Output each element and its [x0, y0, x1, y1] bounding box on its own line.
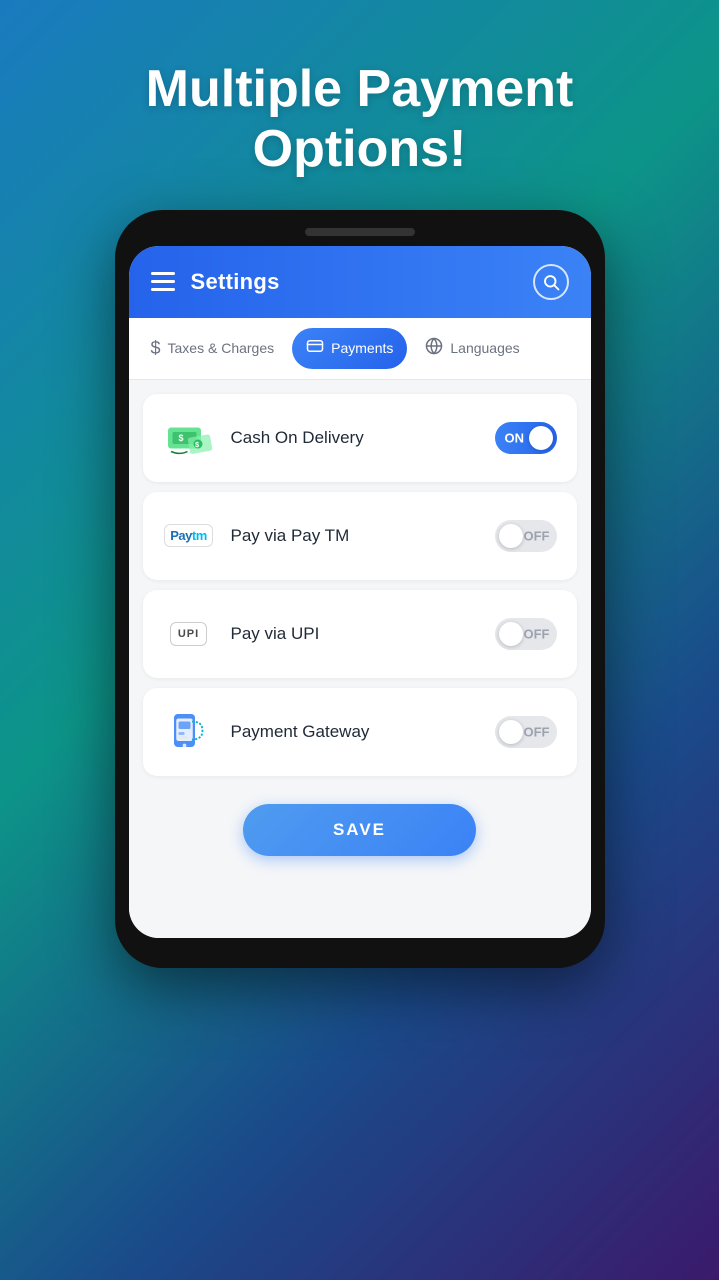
hero-title: Multiple Payment Options! — [0, 60, 719, 180]
dollar-icon: $ — [151, 338, 161, 359]
paytm-toggle[interactable]: OFF — [495, 520, 557, 552]
payment-left-upi: UPI Pay via UPI — [163, 608, 320, 660]
upi-toggle-wrap: OFF — [495, 618, 557, 650]
bottom-spacer — [129, 878, 591, 938]
upi-label: Pay via UPI — [231, 624, 320, 644]
gateway-toggle-label: OFF — [524, 724, 550, 739]
gateway-toggle-wrap: OFF — [495, 716, 557, 748]
upi-logo: UPI — [170, 622, 207, 646]
paytm-toggle-label: OFF — [524, 528, 550, 543]
gateway-toggle[interactable]: OFF — [495, 716, 557, 748]
tab-taxes-label: Taxes & Charges — [168, 340, 275, 356]
header-left: Settings — [151, 269, 280, 295]
search-button[interactable] — [533, 264, 569, 300]
tab-payments[interactable]: Payments — [292, 328, 407, 369]
payment-left-gateway: Payment Gateway — [163, 706, 370, 758]
paytm-toggle-wrap: OFF — [495, 520, 557, 552]
svg-text:$: $ — [178, 433, 183, 443]
payment-icon — [306, 337, 324, 360]
upi-toggle-label: OFF — [524, 626, 550, 641]
hamburger-icon[interactable] — [151, 272, 175, 291]
save-button-wrap: SAVE — [143, 786, 577, 864]
payment-item-paytm: Paytm Pay via Pay TM OFF — [143, 492, 577, 580]
app-header: Settings — [129, 246, 591, 318]
payment-item-upi: UPI Pay via UPI OFF — [143, 590, 577, 678]
payments-list: $ $ Cash On Delivery ON — [129, 380, 591, 878]
tab-taxes[interactable]: $ Taxes & Charges — [137, 329, 289, 368]
payment-item-cash: $ $ Cash On Delivery ON — [143, 394, 577, 482]
payment-item-gateway: Payment Gateway OFF — [143, 688, 577, 776]
tab-payments-label: Payments — [331, 340, 393, 356]
cash-toggle-label: ON — [505, 430, 525, 445]
language-icon — [425, 337, 443, 360]
payment-left-paytm: Paytm Pay via Pay TM — [163, 510, 350, 562]
phone-notch — [305, 228, 415, 236]
gateway-icon-wrap — [163, 706, 215, 758]
cash-toggle[interactable]: ON — [495, 422, 557, 454]
cash-on-delivery-label: Cash On Delivery — [231, 428, 364, 448]
upi-toggle[interactable]: OFF — [495, 618, 557, 650]
tabs-bar: $ Taxes & Charges Payments — [129, 318, 591, 380]
paytm-label: Pay via Pay TM — [231, 526, 350, 546]
phone-screen: Settings $ Taxes & Charges — [129, 246, 591, 938]
gateway-label: Payment Gateway — [231, 722, 370, 742]
paytm-logo: Paytm — [164, 524, 213, 547]
cash-icon-wrap: $ $ — [163, 412, 215, 464]
save-button[interactable]: SAVE — [243, 804, 476, 856]
tab-languages[interactable]: Languages — [411, 328, 533, 369]
cash-toggle-wrap: ON — [495, 422, 557, 454]
tab-languages-label: Languages — [450, 340, 519, 356]
phone-mockup: Settings $ Taxes & Charges — [115, 210, 605, 968]
paytm-icon-wrap: Paytm — [163, 510, 215, 562]
payment-left-cash: $ $ Cash On Delivery — [163, 412, 364, 464]
header-title: Settings — [191, 269, 280, 295]
upi-icon-wrap: UPI — [163, 608, 215, 660]
